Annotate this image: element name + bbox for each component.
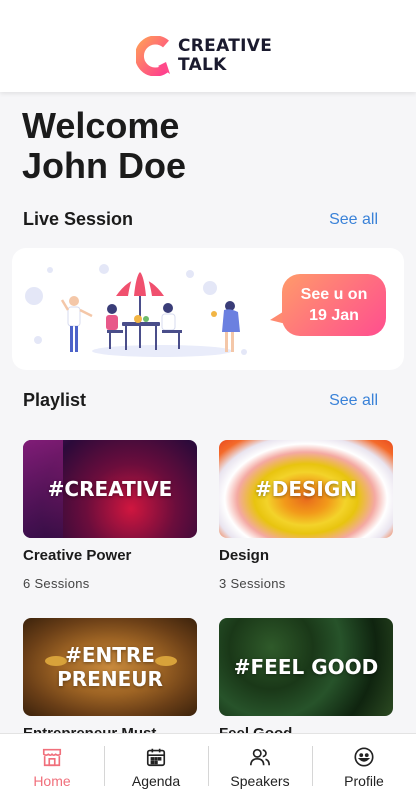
tab-profile[interactable]: Profile xyxy=(312,734,416,801)
playlist-card-feel-good[interactable]: #FEEL GOOD xyxy=(219,618,393,716)
playlist-card-creative[interactable]: #CREATIVE xyxy=(23,440,197,538)
people-icon xyxy=(250,748,270,766)
playlist-card-tag: #DESIGN xyxy=(254,477,358,501)
logo-line-2: TALK xyxy=(178,55,227,75)
playlist-card-tag-line-1: #ENTRE xyxy=(65,643,155,667)
tab-agenda[interactable]: Agenda xyxy=(104,734,208,801)
tab-label: Profile xyxy=(344,773,384,789)
bubble-line-1: See u on xyxy=(300,286,368,303)
live-session-title: Live Session xyxy=(23,209,134,229)
playlist-item-sessions: 3 Sessions xyxy=(219,576,286,591)
playlist-title: Playlist xyxy=(23,390,87,410)
store-icon xyxy=(42,748,62,767)
app-header: CREATIVE TALK xyxy=(0,0,416,92)
calendar-icon xyxy=(146,748,166,767)
playlist-card-tag-line-2: PRENEUR xyxy=(57,667,163,691)
live-session-card[interactable]: See u on 19 Jan xyxy=(12,248,404,370)
playlist-card-entrepreneur[interactable]: #ENTRE PRENEUR xyxy=(23,618,197,716)
tab-home[interactable]: Home xyxy=(0,734,104,801)
playlist-card-tag: #CREATIVE xyxy=(47,477,173,501)
bubble-line-2: 19 Jan xyxy=(309,307,359,324)
bottom-tab-bar: Home Agenda Speakers Profile xyxy=(0,733,416,801)
tab-label: Agenda xyxy=(131,773,181,789)
tab-label: Home xyxy=(33,773,71,789)
tab-label: Speakers xyxy=(230,773,290,789)
playlist-item-title: Creative Power xyxy=(23,547,132,564)
tab-speakers[interactable]: Speakers xyxy=(208,734,312,801)
cafe-illustration xyxy=(25,264,247,357)
creative-talk-logo-icon xyxy=(136,36,170,76)
logo-line-1: CREATIVE xyxy=(178,36,273,56)
welcome-line-1: Welcome xyxy=(22,105,180,146)
playlist-item-title: Design xyxy=(219,547,270,564)
playlist-item-sessions: 6 Sessions xyxy=(23,576,90,591)
app-logo[interactable]: CREATIVE TALK xyxy=(136,36,272,76)
live-session-date-bubble[interactable]: See u on 19 Jan xyxy=(282,274,386,336)
playlist-card-tag: #FEEL GOOD xyxy=(233,655,379,679)
welcome-user-name: John Doe xyxy=(22,145,187,186)
smiley-icon xyxy=(354,747,374,767)
playlist-card-design[interactable]: #DESIGN xyxy=(219,440,393,538)
live-session-see-all-link[interactable]: See all xyxy=(329,211,378,229)
welcome-heading: Welcome John Doe xyxy=(22,106,322,186)
playlist-see-all-link[interactable]: See all xyxy=(329,392,378,410)
